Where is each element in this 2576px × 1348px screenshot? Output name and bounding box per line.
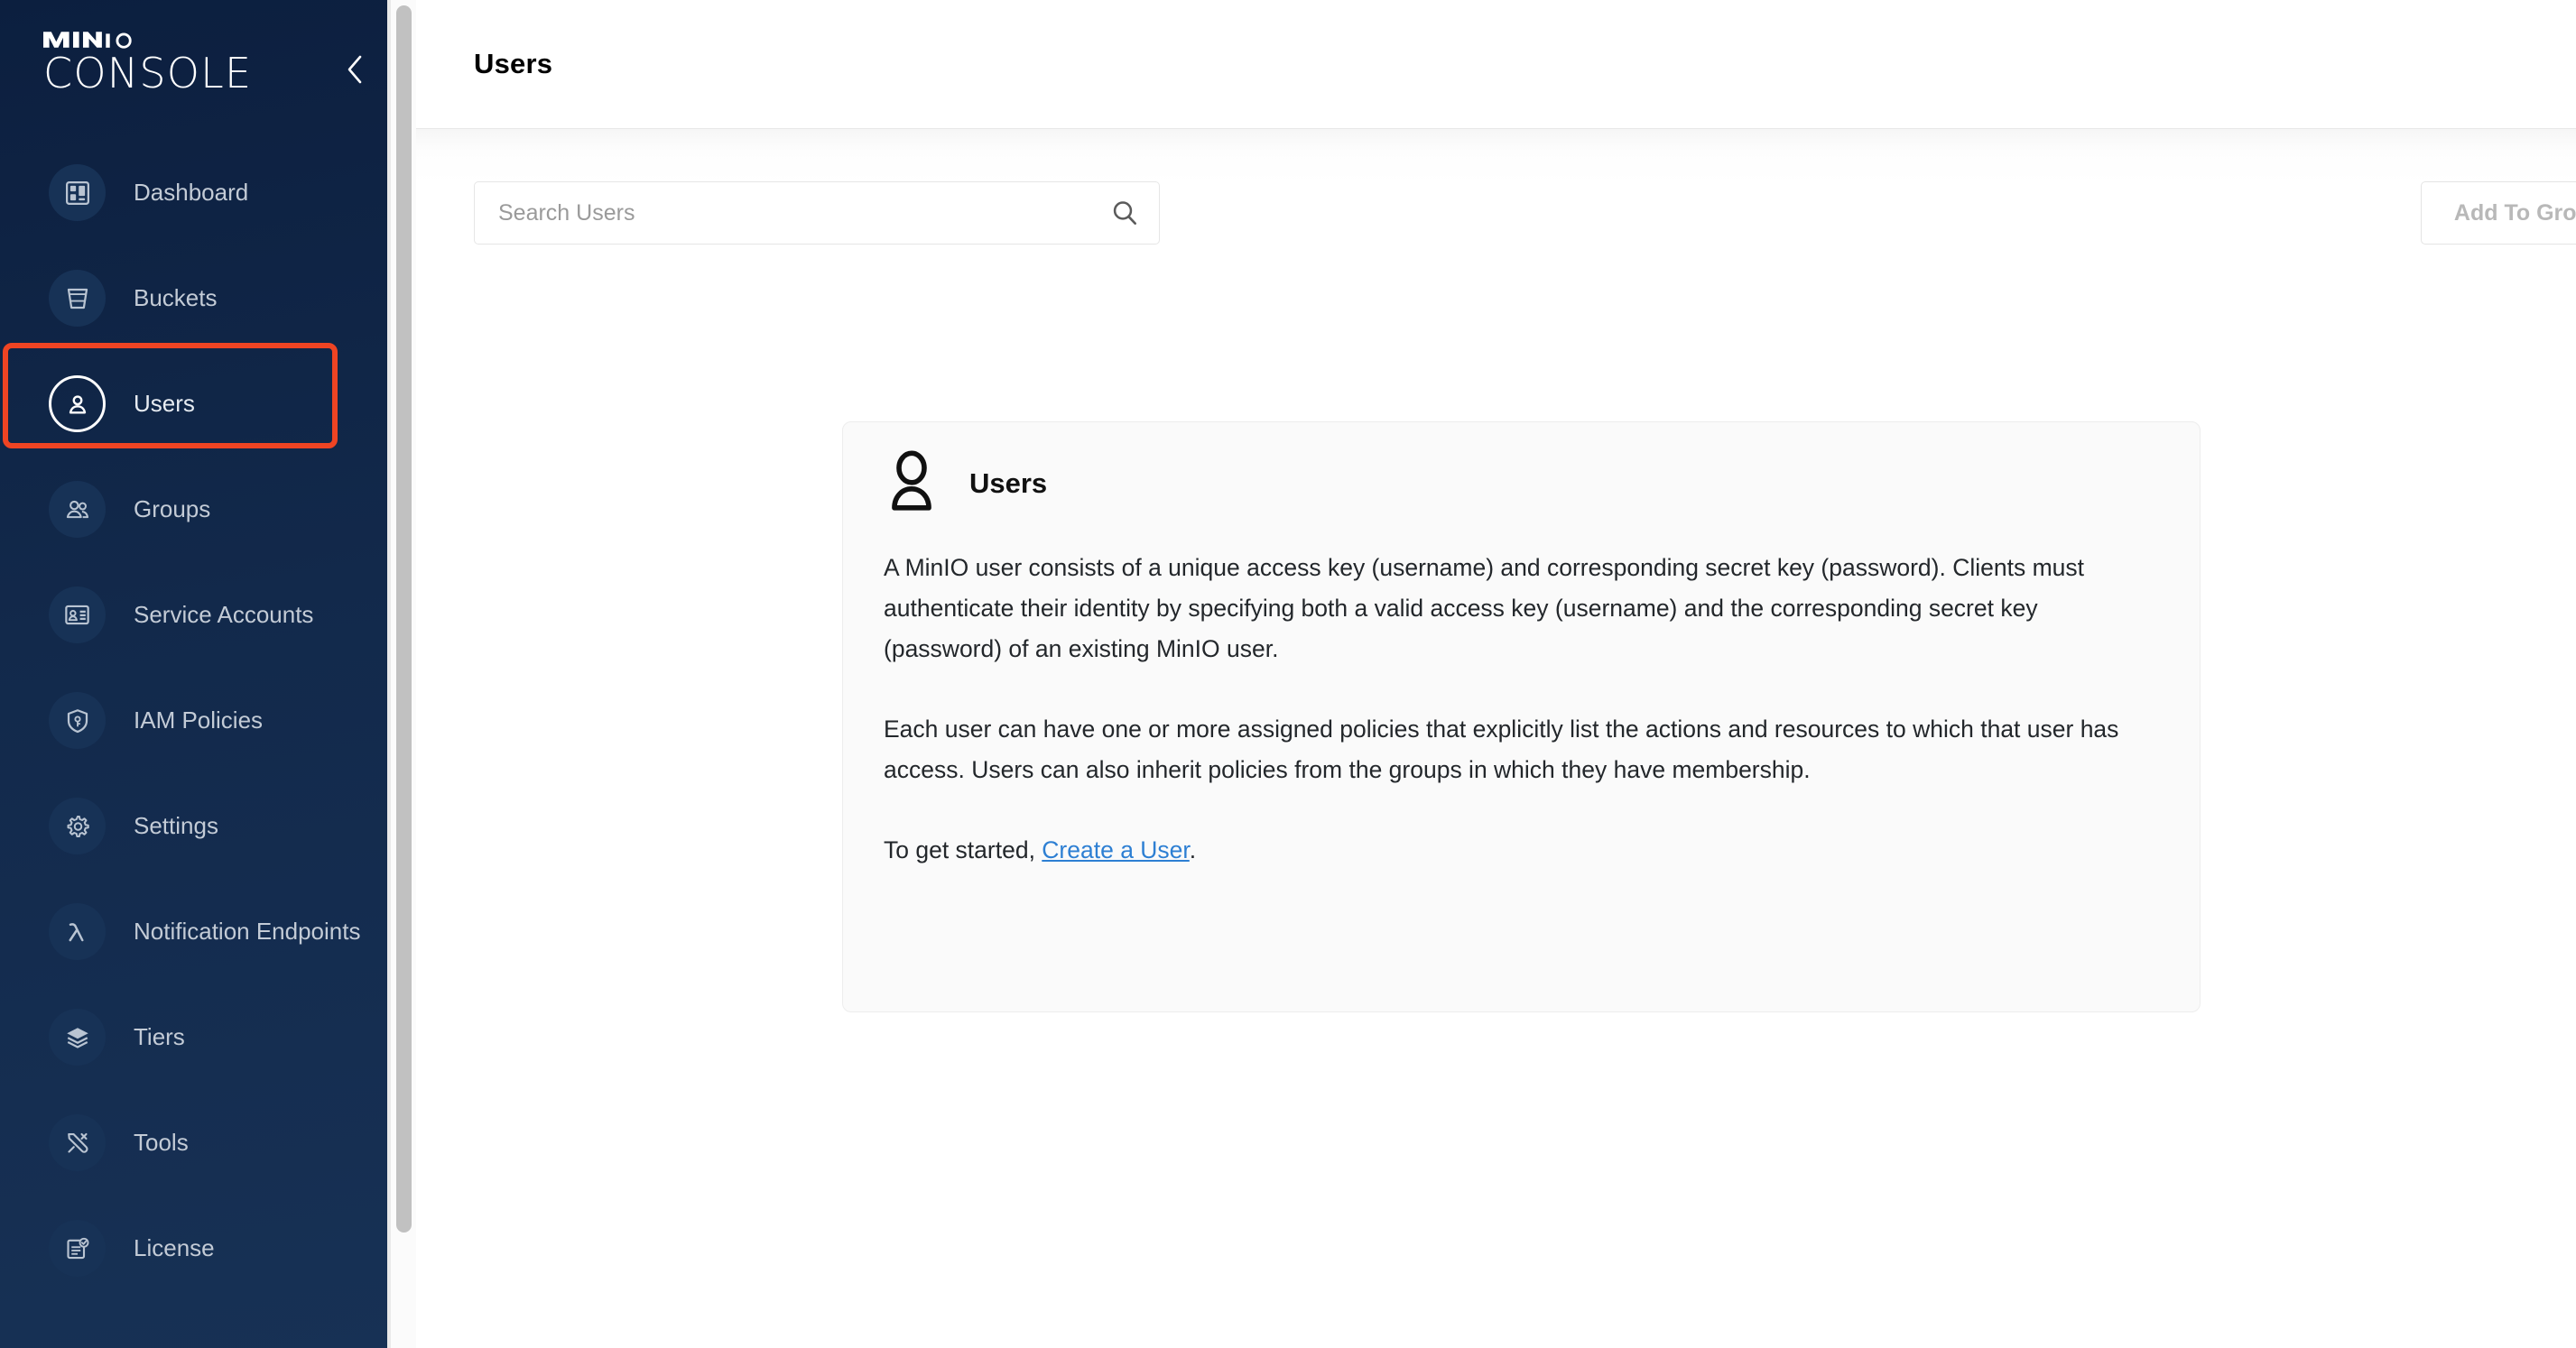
- search-icon[interactable]: [1090, 181, 1159, 245]
- sidebar-item-notification-endpoints[interactable]: Notification Endpoints: [0, 879, 416, 984]
- gear-icon: [49, 798, 106, 854]
- search-input[interactable]: [498, 199, 1090, 226]
- sidebar-item-label: Service Accounts: [134, 601, 314, 628]
- sidebar-item-label: Users: [134, 390, 195, 417]
- search-users-field[interactable]: [474, 181, 1160, 245]
- sidebar-item-tools[interactable]: Tools: [0, 1090, 416, 1196]
- sidebar-product-name: CONSOLE: [43, 48, 253, 97]
- sidebar-item-label: Tiers: [134, 1023, 185, 1050]
- sidebar: CONSOLE Dashboard Buckets Users Groups S…: [0, 0, 416, 1348]
- sidebar-collapse-button[interactable]: [336, 50, 375, 89]
- minio-console-app: CONSOLE Dashboard Buckets Users Groups S…: [0, 0, 2576, 1348]
- add-to-group-label: Add To Group: [2453, 199, 2576, 226]
- sidebar-menu: Dashboard Buckets Users Groups Service A…: [0, 140, 416, 1301]
- layers-icon: [49, 1009, 106, 1066]
- content-area: Add To Group Create User: [416, 129, 2576, 1348]
- sidebar-item-label: Groups: [134, 495, 211, 522]
- chevron-left-icon: [347, 55, 362, 84]
- card-paragraph-2: Each user can have one or more assigned …: [884, 716, 2119, 783]
- sidebar-item-service-accounts[interactable]: Service Accounts: [0, 562, 416, 668]
- sidebar-item-buckets[interactable]: Buckets: [0, 245, 416, 351]
- sidebar-scrollbar-thumb[interactable]: [396, 5, 412, 1233]
- shield-key-icon: [49, 692, 106, 749]
- bucket-icon: [49, 270, 106, 327]
- add-to-group-button[interactable]: Add To Group: [2421, 181, 2576, 245]
- users-info-card: Users A MinIO user consists of a unique …: [842, 421, 2201, 1012]
- toolbar: Add To Group Create User: [416, 181, 2576, 245]
- sidebar-item-label: Notification Endpoints: [134, 918, 361, 945]
- card-header: Users: [884, 444, 2200, 523]
- card-paragraph-1: A MinIO user consists of a unique access…: [884, 554, 2084, 662]
- lambda-icon: [49, 903, 106, 960]
- dashboard-icon: [49, 164, 106, 221]
- card-title: Users: [969, 467, 1048, 499]
- user-avatar-icon: [884, 450, 940, 518]
- sidebar-item-dashboard[interactable]: Dashboard: [0, 140, 416, 245]
- sidebar-item-settings[interactable]: Settings: [0, 773, 416, 879]
- user-circle-icon: [49, 375, 106, 432]
- page-header: Users: [416, 0, 2576, 129]
- groups-icon: [49, 481, 106, 538]
- sidebar-item-label: Tools: [134, 1129, 189, 1156]
- license-document-icon: [49, 1220, 106, 1277]
- card-paragraph-3-prefix: To get started,: [884, 836, 1042, 863]
- sidebar-item-tiers[interactable]: Tiers: [0, 984, 416, 1090]
- create-a-user-link[interactable]: Create a User: [1042, 836, 1190, 863]
- id-card-icon: [49, 586, 106, 643]
- sidebar-item-label: Dashboard: [134, 179, 249, 206]
- sidebar-item-license[interactable]: License: [0, 1196, 416, 1301]
- sidebar-item-users[interactable]: Users: [0, 351, 416, 457]
- sidebar-item-iam-policies[interactable]: IAM Policies: [0, 668, 416, 773]
- sidebar-item-label: Buckets: [134, 284, 218, 311]
- sidebar-item-groups[interactable]: Groups: [0, 457, 416, 562]
- sidebar-scrollbar[interactable]: [391, 0, 416, 1348]
- page-title: Users: [474, 48, 553, 79]
- tools-icon: [49, 1114, 106, 1171]
- sidebar-item-label: License: [134, 1234, 215, 1261]
- sidebar-item-label: IAM Policies: [134, 706, 264, 734]
- main-content: Users Add To Group: [416, 0, 2576, 1348]
- sidebar-item-label: Settings: [134, 812, 218, 839]
- card-paragraph-3: To get started, Create a User.: [884, 830, 2156, 871]
- card-paragraph-3-suffix: .: [1189, 836, 1197, 863]
- minio-wordmark-icon: [43, 31, 132, 49]
